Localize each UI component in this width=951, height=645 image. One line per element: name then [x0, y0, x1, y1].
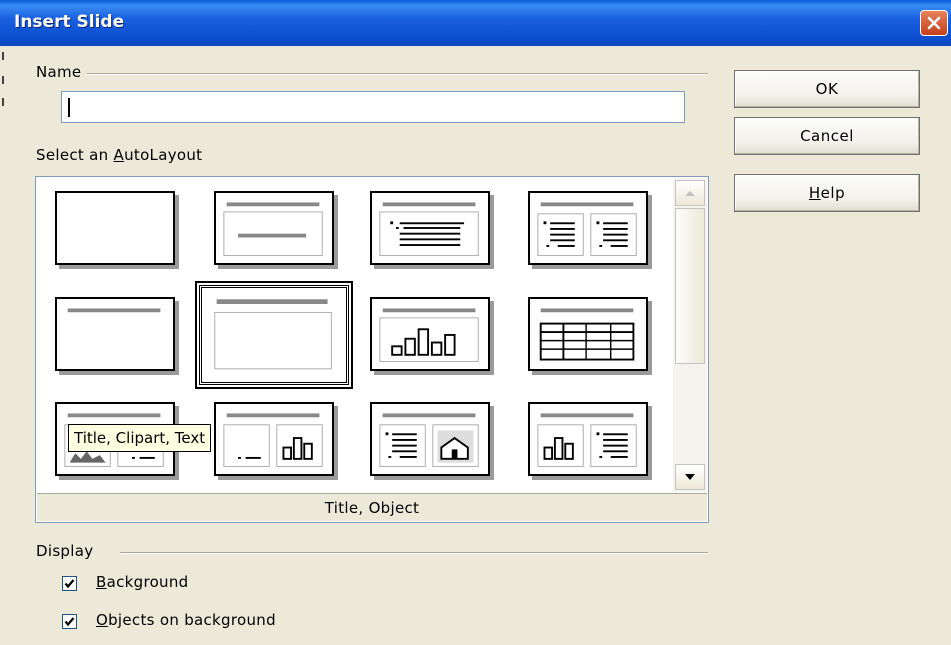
background-checkbox-label[interactable]: Background: [96, 573, 189, 591]
objects-on-background-checkbox[interactable]: [62, 614, 77, 629]
display-group-line: [120, 552, 708, 554]
display-label: Display: [36, 542, 100, 560]
title-slide-icon: [223, 202, 323, 256]
layout-title-text-clipart[interactable]: [370, 402, 490, 476]
layout-title-spreadsheet[interactable]: [528, 297, 648, 371]
layout-title-2-text[interactable]: [528, 191, 648, 265]
layout-title-object[interactable]: [195, 281, 353, 389]
name-group-line: [80, 73, 708, 75]
close-icon: [927, 16, 941, 30]
blank-slide-icon: [57, 193, 173, 263]
objects-on-background-label[interactable]: Objects on background: [96, 611, 276, 629]
layout-title-text[interactable]: [370, 191, 490, 265]
layout-title-chart[interactable]: [370, 297, 490, 371]
name-label: Name: [36, 63, 88, 81]
window-title: Insert Slide: [14, 12, 125, 32]
layout-blank[interactable]: [55, 191, 175, 265]
scroll-down-button[interactable]: [675, 464, 705, 490]
help-button[interactable]: Help: [734, 174, 920, 212]
title-chart-text-icon: [537, 413, 637, 467]
scroll-thumb[interactable]: [675, 208, 705, 364]
layout-title-only[interactable]: [55, 297, 175, 371]
layout-tooltip: Title, Clipart, Text: [68, 424, 212, 452]
checkmark-icon: [64, 617, 75, 627]
title-bar: Insert Slide: [0, 0, 951, 46]
selected-layout-caption: Title, Object: [37, 493, 707, 521]
layout-title-chart-text[interactable]: [528, 402, 648, 476]
objects-rest: bjects on background: [108, 611, 276, 629]
background-rest: ackground: [106, 573, 189, 591]
ok-button[interactable]: OK: [734, 70, 920, 108]
help-rest: elp: [820, 184, 846, 202]
autolayout-label-accel: A: [113, 146, 125, 164]
background-checkbox[interactable]: [62, 576, 77, 591]
layout-scrollbar[interactable]: [673, 178, 707, 492]
title-text-chart-icon: [223, 413, 323, 467]
scroll-up-button[interactable]: [675, 180, 705, 206]
left-edge: [0, 46, 14, 645]
help-accel: H: [808, 184, 821, 202]
autolayout-label-rest: utoLayout: [124, 146, 203, 164]
background-accel: B: [96, 573, 107, 591]
title-text-icon: [379, 202, 479, 256]
layout-title-slide[interactable]: [214, 191, 334, 265]
title-text-clipart-icon: [379, 413, 479, 467]
autolayout-label-prefix: Select an: [36, 146, 114, 164]
checkmark-icon: [64, 579, 75, 589]
scroll-down-icon: [685, 474, 695, 480]
cancel-button[interactable]: Cancel: [734, 117, 920, 155]
name-input[interactable]: [61, 91, 685, 123]
close-button[interactable]: [920, 10, 948, 36]
title-chart-icon: [379, 308, 479, 362]
autolayout-label: Select an AutoLayout: [36, 146, 209, 164]
title-spreadsheet-icon: [539, 308, 635, 361]
objects-accel: O: [96, 611, 109, 629]
layout-title-text-chart[interactable]: [214, 402, 334, 476]
text-caret: [68, 98, 70, 117]
title-object-icon: [214, 299, 332, 370]
title-only-icon: [67, 308, 161, 313]
title-2-text-icon: [537, 202, 637, 256]
scroll-up-icon: [685, 191, 695, 196]
